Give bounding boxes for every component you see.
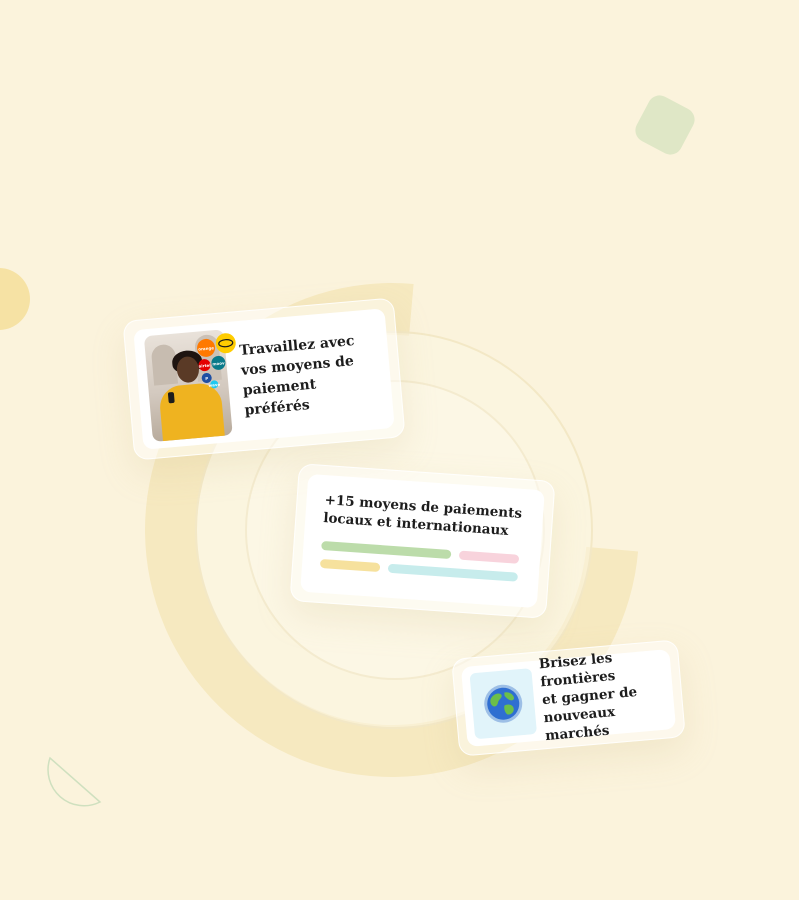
decorative-green-square [631, 91, 699, 159]
phone-icon [167, 391, 175, 404]
placeholder-bars [319, 540, 522, 595]
mtn-logo [215, 333, 236, 354]
decorative-outline-quarter-circle [47, 756, 102, 807]
moov-logo: moov [210, 355, 227, 371]
decorative-yellow-semicircle [0, 268, 30, 330]
hero-illustration: orange airtel moov P wave Travaillez ave… [0, 0, 799, 900]
payment-methods-card: orange airtel moov P wave Travaillez ave… [122, 297, 406, 461]
new-markets-card: Brisez les frontières et gagner de nouve… [451, 639, 686, 757]
placeholder-bar-cyan [387, 563, 519, 582]
new-markets-card-body: Brisez les frontières et gagner de nouve… [460, 649, 677, 747]
methods-count-card: +15 moyens de paiements locaux et intern… [289, 463, 556, 619]
payment-methods-card-body: orange airtel moov P wave Travaillez ave… [133, 308, 395, 450]
methods-count-text: +15 moyens de paiements locaux et intern… [323, 491, 526, 541]
placeholder-bar-green [321, 540, 452, 560]
methods-count-card-body: +15 moyens de paiements locaux et intern… [300, 473, 545, 609]
new-markets-text: Brisez les frontières et gagner de nouve… [538, 645, 668, 745]
wave-logo: wave [208, 380, 221, 389]
payment-methods-text: Travaillez avec vos moyens de paiement p… [239, 329, 383, 421]
globe-icon [484, 684, 523, 723]
placeholder-bar-yellow [319, 558, 381, 573]
globe-tile [469, 668, 538, 740]
placeholder-bar-pink [458, 550, 520, 564]
